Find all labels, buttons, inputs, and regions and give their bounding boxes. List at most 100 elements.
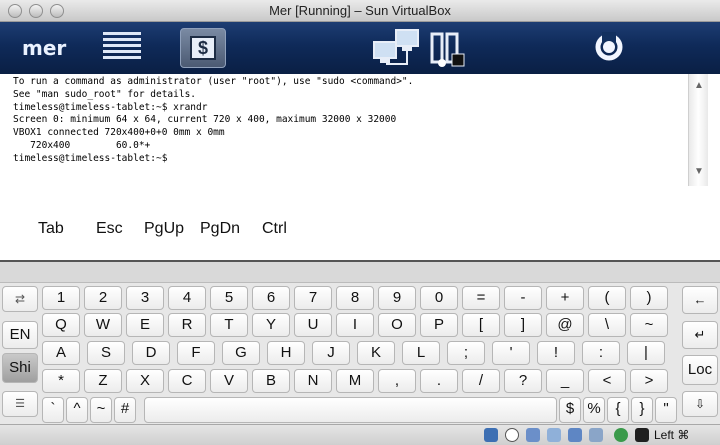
shared-folder-icon[interactable] (568, 428, 582, 442)
hard-disk-icon[interactable] (484, 428, 498, 442)
key-row1-9[interactable]: 0 (420, 286, 458, 310)
key-row1-4[interactable]: 5 (210, 286, 248, 310)
key-row5-left-2[interactable]: ~ (90, 397, 112, 423)
cd-drive-icon[interactable] (505, 428, 519, 442)
key-row4-7[interactable]: M (336, 369, 374, 393)
key-row2-14[interactable]: ~ (630, 313, 668, 337)
key-row4-14[interactable]: > (630, 369, 668, 393)
pgup-key[interactable]: PgUp (144, 220, 184, 238)
key-row2-9[interactable]: P (420, 313, 458, 337)
key-row3-7[interactable]: K (357, 341, 395, 365)
key-row5-right-0[interactable]: $ (559, 397, 581, 423)
key-row2-4[interactable]: T (210, 313, 248, 337)
enter-key[interactable]: ↵ (682, 321, 718, 349)
key-row4-13[interactable]: < (588, 369, 626, 393)
key-row3-11[interactable]: ! (537, 341, 575, 365)
menu-lines-icon[interactable] (103, 32, 141, 64)
key-row1-10[interactable]: = (462, 286, 500, 310)
key-row3-5[interactable]: H (267, 341, 305, 365)
key-row3-9[interactable]: ; (447, 341, 485, 365)
key-row5-left-3[interactable]: # (114, 397, 136, 423)
key-row2-2[interactable]: E (126, 313, 164, 337)
key-row2-7[interactable]: I (336, 313, 374, 337)
key-row1-1[interactable]: 2 (84, 286, 122, 310)
key-row1-2[interactable]: 3 (126, 286, 164, 310)
key-row2-8[interactable]: O (378, 313, 416, 337)
mouse-integration-icon[interactable] (635, 428, 649, 442)
key-row2-10[interactable]: [ (462, 313, 500, 337)
key-row1-13[interactable]: ( (588, 286, 626, 310)
pgdn-key[interactable]: PgDn (200, 220, 240, 238)
key-row3-8[interactable]: L (402, 341, 440, 365)
key-row1-6[interactable]: 7 (294, 286, 332, 310)
key-row1-0[interactable]: 1 (42, 286, 80, 310)
key-row4-11[interactable]: ? (504, 369, 542, 393)
mer-logo[interactable]: mer (22, 36, 66, 60)
power-icon[interactable] (594, 32, 624, 62)
key-row1-5[interactable]: 6 (252, 286, 290, 310)
key-row1-11[interactable]: - (504, 286, 542, 310)
terminal-output[interactable]: To run a command as administrator (user … (0, 74, 720, 186)
esc-key[interactable]: Esc (96, 220, 123, 238)
key-row5-left-1[interactable]: ^ (66, 397, 88, 423)
tab-key[interactable]: Tab (38, 220, 64, 238)
menu-key-icon[interactable]: ☰ (2, 391, 38, 417)
key-row3-13[interactable]: | (627, 341, 665, 365)
key-row5-right-3[interactable]: } (631, 397, 653, 423)
network-status-icon[interactable] (614, 428, 628, 442)
key-row3-6[interactable]: J (312, 341, 350, 365)
key-row3-4[interactable]: G (222, 341, 260, 365)
language-key[interactable]: EN (2, 321, 38, 349)
pen-icon[interactable] (547, 428, 561, 442)
key-row3-2[interactable]: D (132, 341, 170, 365)
key-row2-0[interactable]: Q (42, 313, 80, 337)
key-row5-right-4[interactable]: " (655, 397, 677, 423)
terminal-icon[interactable]: $ (180, 28, 226, 68)
key-row1-14[interactable]: ) (630, 286, 668, 310)
terminal-scrollbar[interactable]: ▲ ▼ (688, 74, 708, 186)
key-row2-13[interactable]: \ (588, 313, 626, 337)
lock-key[interactable]: Loc (682, 355, 718, 385)
key-row4-6[interactable]: N (294, 369, 332, 393)
key-row3-1[interactable]: S (87, 341, 125, 365)
key-row1-12[interactable]: + (546, 286, 584, 310)
key-row4-2[interactable]: X (126, 369, 164, 393)
key-row1-3[interactable]: 4 (168, 286, 206, 310)
key-row3-3[interactable]: F (177, 341, 215, 365)
space-key[interactable] (144, 397, 557, 423)
key-row4-4[interactable]: V (210, 369, 248, 393)
key-row2-3[interactable]: R (168, 313, 206, 337)
documents-icon[interactable] (430, 32, 466, 68)
key-row4-5[interactable]: B (252, 369, 290, 393)
key-row2-6[interactable]: U (294, 313, 332, 337)
scroll-up-icon[interactable]: ▲ (691, 78, 707, 94)
key-row4-8[interactable]: , (378, 369, 416, 393)
key-row5-right-1[interactable]: % (583, 397, 605, 423)
key-row2-5[interactable]: Y (252, 313, 290, 337)
swap-keyboard-icon[interactable]: ⇄ (2, 286, 38, 312)
key-row2-1[interactable]: W (84, 313, 122, 337)
key-row2-11[interactable]: ] (504, 313, 542, 337)
ctrl-key[interactable]: Ctrl (262, 220, 287, 238)
key-row5-left-0[interactable]: ` (42, 397, 64, 423)
key-row4-12[interactable]: _ (546, 369, 584, 393)
usb-icon[interactable] (526, 428, 540, 442)
key-row3-0[interactable]: A (42, 341, 80, 365)
key-row5-right-2[interactable]: { (607, 397, 629, 423)
key-row4-1[interactable]: Z (84, 369, 122, 393)
key-row2-12[interactable]: @ (546, 313, 584, 337)
key-row4-9[interactable]: . (420, 369, 458, 393)
key-row4-10[interactable]: / (462, 369, 500, 393)
shift-key[interactable]: Shi (2, 353, 38, 383)
hide-keyboard-key[interactable]: ⇩ (682, 391, 718, 417)
network-icon[interactable] (372, 26, 422, 70)
key-row4-3[interactable]: C (168, 369, 206, 393)
capture-icon[interactable] (589, 428, 603, 442)
key-row1-8[interactable]: 9 (378, 286, 416, 310)
backspace-key[interactable]: ← (682, 286, 718, 314)
key-row1-7[interactable]: 8 (336, 286, 374, 310)
key-row4-0[interactable]: * (42, 369, 80, 393)
scroll-down-icon[interactable]: ▼ (691, 164, 707, 180)
key-row3-10[interactable]: ' (492, 341, 530, 365)
key-row3-12[interactable]: : (582, 341, 620, 365)
